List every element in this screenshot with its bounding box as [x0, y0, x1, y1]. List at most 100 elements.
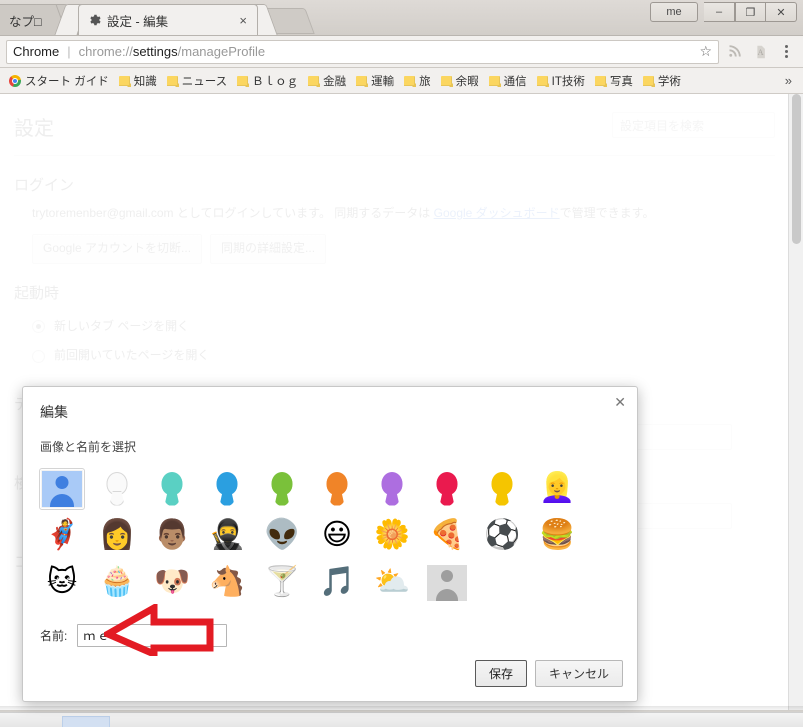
avatar-default-blue[interactable]: [39, 467, 85, 510]
folder-icon: [488, 75, 501, 87]
avatar-cat[interactable]: 🐱: [39, 562, 85, 604]
chrome-menu-icon[interactable]: [773, 39, 799, 65]
avatar-grid: 👱‍♀️ 🦸 👩 👨🏽 🥷 👽 😃 🌼 🍕 ⚽ 🍔 🐱 🧁 🐶 🐴 🍸 🎵 ⛅: [23, 455, 637, 606]
avatar-daisy[interactable]: 🌼: [369, 515, 415, 557]
dialog-footer: 保存 キャンセル: [474, 660, 623, 687]
folder-icon: [166, 75, 179, 87]
avatar-ninja[interactable]: 🥷: [204, 515, 250, 557]
bookmark-item-travel[interactable]: 旅: [399, 71, 436, 91]
omnibox-separator: |: [67, 44, 71, 59]
dialog-subtitle: 画像と名前を選択: [40, 440, 137, 454]
screen: なプ□ × 設定 - 編集 × me – ❐ ✕: [0, 0, 803, 727]
tab-strip: なプ□ × 設定 - 編集 × me – ❐ ✕: [0, 0, 803, 36]
close-button[interactable]: ✕: [766, 2, 797, 22]
avatar-dog[interactable]: 🐶: [149, 562, 195, 604]
svg-text:A: A: [757, 48, 763, 57]
default-avatar-icon: [42, 470, 82, 507]
avatar-silhouette-green[interactable]: [259, 468, 305, 510]
bookmarks-overflow-icon[interactable]: »: [778, 73, 799, 88]
gear-icon: [87, 13, 101, 27]
tab-close-icon[interactable]: ×: [237, 14, 249, 27]
profile-badge[interactable]: me: [650, 2, 698, 22]
avatar-generic-grey[interactable]: [424, 562, 470, 604]
bookmark-label: 金融: [323, 75, 347, 88]
bookmark-item-knowledge[interactable]: 知識: [114, 71, 162, 91]
bookmark-label: 運輸: [371, 75, 395, 88]
bookmark-item-leisure[interactable]: 余暇: [436, 71, 484, 91]
tab-label: 設定 - 編集: [107, 14, 169, 29]
avatar-silhouette-white[interactable]: [94, 468, 140, 510]
bookmarks-bar: スタート ガイド 知識 ニュース Ｂｌｏｇ 金融 運輸 旅 余暇 通信 IT技術…: [0, 68, 803, 94]
save-button[interactable]: 保存: [474, 660, 527, 687]
minimize-button[interactable]: –: [704, 2, 735, 22]
bookmark-label: IT技術: [551, 75, 585, 88]
bookmark-item-communication[interactable]: 通信: [484, 71, 532, 91]
browser-toolbar: Chrome | chrome://settings/manageProfile…: [0, 36, 803, 68]
folder-icon: [237, 75, 250, 87]
avatar-silhouette-orange[interactable]: [314, 468, 360, 510]
folder-icon: [118, 75, 131, 87]
bookmark-item-start-guide[interactable]: スタート ガイド: [4, 71, 114, 91]
avatar-silhouette-purple[interactable]: [369, 468, 415, 510]
silhouette-icon: [157, 471, 187, 506]
bookmark-item-academic[interactable]: 学術: [638, 71, 686, 91]
avatar-man[interactable]: 👨🏽: [149, 515, 195, 557]
bookmark-item-news[interactable]: ニュース: [162, 71, 232, 91]
folder-icon: [594, 75, 607, 87]
avatar-cupcake[interactable]: 🧁: [94, 562, 140, 604]
avatar-smiley[interactable]: 😃: [314, 515, 360, 557]
avatar-woman-sunglasses[interactable]: 👩: [94, 515, 140, 557]
bookmark-label: 学術: [657, 75, 681, 88]
folder-icon: [536, 75, 549, 87]
bookmark-star-icon[interactable]: ☆: [699, 43, 712, 60]
folder-icon: [642, 75, 655, 87]
bookmark-label: 写真: [609, 75, 633, 88]
cancel-button[interactable]: キャンセル: [534, 660, 623, 687]
avatar-cocktail[interactable]: 🍸: [259, 562, 305, 604]
bookmark-label: 余暇: [455, 75, 479, 88]
avatar-alien[interactable]: 👽: [259, 515, 305, 557]
avatar-music-note[interactable]: 🎵: [314, 562, 360, 604]
maximize-button[interactable]: ❐: [735, 2, 766, 22]
rss-icon[interactable]: [721, 39, 747, 65]
chrome-icon: [9, 74, 21, 87]
avatar-superhero[interactable]: 🦸: [39, 515, 85, 557]
name-field-row: 名前:: [23, 606, 637, 647]
scrollbar-thumb[interactable]: [792, 94, 801, 244]
avatar-silhouette-blue[interactable]: [204, 468, 250, 510]
avatar-silhouette-yellow[interactable]: [479, 468, 525, 510]
taskbar-item[interactable]: [62, 716, 110, 727]
avatar-blonde-woman[interactable]: 👱‍♀️: [534, 468, 580, 510]
chrome-browser-window: なプ□ × 設定 - 編集 × me – ❐ ✕: [0, 0, 803, 712]
address-bar[interactable]: Chrome | chrome://settings/manageProfile…: [6, 39, 719, 64]
avatar-silhouette-red[interactable]: [424, 468, 470, 510]
bookmark-item-transport[interactable]: 運輸: [351, 71, 399, 91]
avatar-horse[interactable]: 🐴: [204, 562, 250, 604]
pdf-icon[interactable]: A: [747, 39, 773, 65]
bookmark-item-photo[interactable]: 写真: [590, 71, 638, 91]
omnibox-url: chrome://settings/manageProfile: [78, 44, 266, 59]
silhouette-icon: [322, 471, 352, 506]
silhouette-icon: [267, 471, 297, 506]
silhouette-icon: [212, 471, 242, 506]
bookmark-label: 通信: [503, 75, 527, 88]
bookmark-item-finance[interactable]: 金融: [303, 71, 351, 91]
tab-settings-edit[interactable]: 設定 - 編集 ×: [78, 4, 258, 35]
folder-icon: [308, 75, 321, 87]
bookmark-item-it[interactable]: IT技術: [532, 71, 590, 91]
avatar-pizza[interactable]: 🍕: [424, 515, 470, 557]
profile-name-input[interactable]: [77, 624, 228, 647]
avatar-soccer-ball[interactable]: ⚽: [479, 515, 525, 557]
bookmark-item-blog[interactable]: Ｂｌｏｇ: [232, 71, 303, 91]
avatar-silhouette-teal[interactable]: [149, 468, 195, 510]
grey-person-icon: [427, 564, 467, 601]
dialog-title: 編集: [40, 404, 68, 420]
avatar-sun-behind-cloud[interactable]: ⛅: [369, 562, 415, 604]
bookmark-label: 知識: [133, 75, 157, 88]
silhouette-icon: [377, 471, 407, 506]
avatar-hamburger[interactable]: 🍔: [534, 515, 580, 557]
edit-profile-dialog: ✕ 編集 画像と名前を選択: [22, 386, 638, 702]
page-scrollbar[interactable]: [788, 94, 803, 710]
bookmark-label: Ｂｌｏｇ: [252, 75, 299, 88]
close-icon[interactable]: ✕: [614, 395, 626, 409]
